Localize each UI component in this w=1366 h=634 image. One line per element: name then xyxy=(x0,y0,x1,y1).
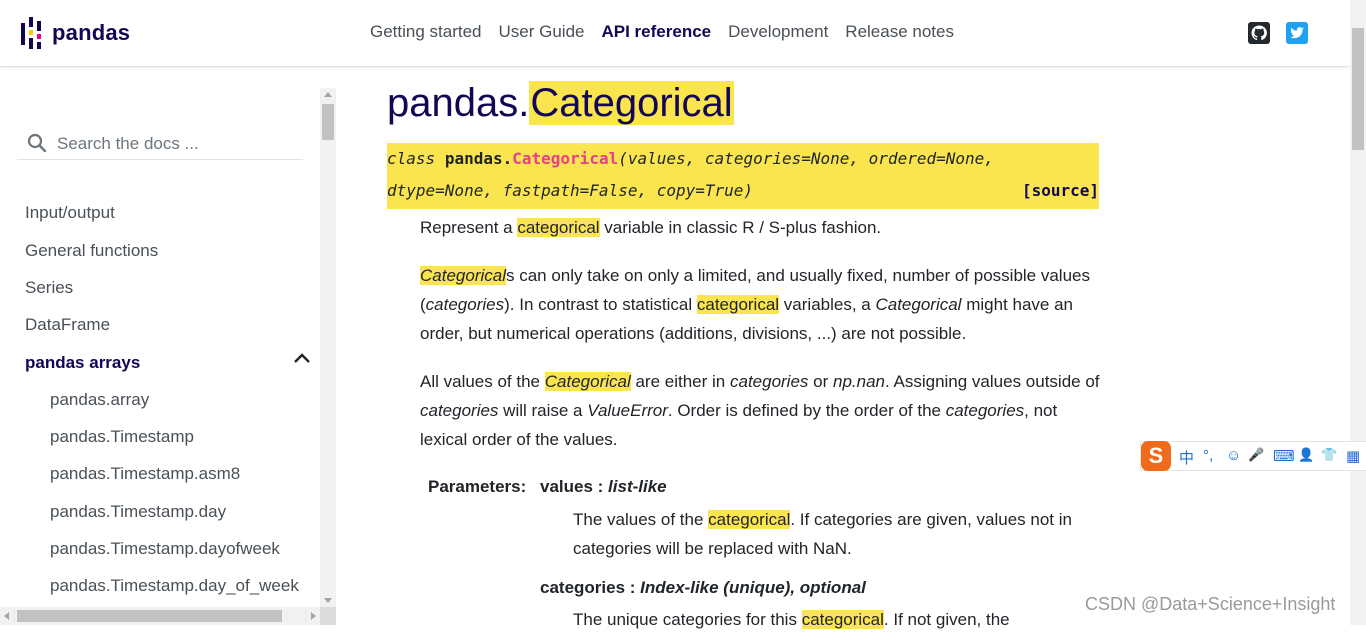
sidebar-subitem-pandas-array[interactable]: pandas.array xyxy=(50,390,149,410)
brand-name: pandas xyxy=(52,20,131,45)
sidebar-hscrollbar-thumb[interactable] xyxy=(17,610,282,622)
search-input[interactable] xyxy=(55,131,299,157)
sidebar-subitem-timestamp[interactable]: pandas.Timestamp xyxy=(50,427,194,447)
nav-development[interactable]: Development xyxy=(728,22,828,42)
sidebar-scrollbar-thumb[interactable] xyxy=(322,104,334,140)
scroll-up-arrow-icon[interactable] xyxy=(324,92,332,97)
pandas-logo[interactable]: pandas xyxy=(21,16,130,50)
nav-api-reference[interactable]: API reference xyxy=(602,22,712,42)
ime-chinese-mode-icon[interactable]: 中 xyxy=(1179,447,1194,468)
param-name: categories xyxy=(540,578,626,597)
ime-user-icon[interactable]: 👤 xyxy=(1298,447,1314,463)
ime-keyboard-icon[interactable]: ⌨ xyxy=(1273,447,1295,465)
search-box[interactable] xyxy=(17,129,303,160)
highlight-categorical: categorical xyxy=(801,610,884,629)
twitter-icon[interactable] xyxy=(1286,22,1308,44)
scroll-left-arrow-icon[interactable] xyxy=(4,612,9,620)
scroll-right-arrow-icon[interactable] xyxy=(311,612,316,620)
page-scrollbar-thumb[interactable] xyxy=(1352,28,1364,150)
sidebar-subitem-timestamp-asm8[interactable]: pandas.Timestamp.asm8 xyxy=(50,464,240,484)
highlight-categorical: Categorical xyxy=(544,372,631,391)
sidebar-subitem-timestamp-day[interactable]: pandas.Timestamp.day xyxy=(50,502,226,522)
sidebar-item-input-output[interactable]: Input/output xyxy=(25,203,115,223)
nav-user-guide[interactable]: User Guide xyxy=(499,22,585,42)
highlight-categorical: categorical xyxy=(696,295,780,314)
nav-release-notes[interactable]: Release notes xyxy=(845,22,954,42)
sogou-logo-icon[interactable]: S xyxy=(1141,441,1171,471)
page-scrollbar[interactable] xyxy=(1350,0,1366,625)
sidebar-horizontal-scrollbar[interactable] xyxy=(0,607,320,625)
top-navbar: pandas Getting started User Guide API re… xyxy=(0,0,1350,67)
sidebar-subitem-timestamp-day-of-week[interactable]: pandas.Timestamp.day_of_week xyxy=(50,576,299,596)
github-icon[interactable] xyxy=(1248,22,1270,44)
sidebar-vertical-scrollbar[interactable] xyxy=(320,88,336,607)
sidebar-item-series[interactable]: Series xyxy=(25,278,73,298)
highlight-categorical: categorical xyxy=(708,510,791,529)
param-categories: categories : Index-like (unique), option… xyxy=(540,578,866,597)
param-type: Index-like (unique), optional xyxy=(640,578,866,597)
signature-params-1: (values, categories=None, ordered=None, xyxy=(618,149,994,168)
signature-module: pandas. xyxy=(444,149,513,168)
nav-getting-started[interactable]: Getting started xyxy=(370,22,482,42)
source-link[interactable]: [source] xyxy=(1022,181,1099,200)
chevron-up-icon[interactable] xyxy=(293,352,311,364)
ime-voice-icon[interactable]: 🎤 xyxy=(1248,447,1264,463)
signature-class-name: Categorical xyxy=(512,149,619,168)
description-paragraph-3: All values of the Categorical are either… xyxy=(420,372,1100,449)
description-paragraph-1: Represent a categorical variable in clas… xyxy=(420,218,882,237)
ime-emoji-icon[interactable]: ☺ xyxy=(1226,447,1241,464)
sidebar: Input/output General functions Series Da… xyxy=(0,67,320,607)
scroll-down-arrow-icon[interactable] xyxy=(324,598,332,603)
ime-menu-icon[interactable]: ▦ xyxy=(1346,447,1360,465)
sidebar-item-dataframe[interactable]: DataFrame xyxy=(25,315,110,335)
sidebar-item-general-functions[interactable]: General functions xyxy=(25,241,158,261)
signature-keyword: class xyxy=(387,149,436,168)
title-prefix: pandas. xyxy=(387,81,530,125)
ime-skin-icon[interactable]: 👕 xyxy=(1321,447,1337,463)
title-highlight: Categorical xyxy=(529,81,734,125)
param-type: list-like xyxy=(608,477,667,496)
signature-line-2: dtype=None, fastpath=False, copy=True) xyxy=(387,181,753,200)
description-paragraph-2: Categoricals can only take on only a lim… xyxy=(420,266,1090,343)
signature-line-1: class pandas.Categorical(values, categor… xyxy=(387,149,994,168)
signature-params-2: dtype=None, fastpath=False, copy=True) xyxy=(387,181,754,200)
pandas-logo-icon xyxy=(21,17,43,49)
sidebar-subitem-timestamp-dayofweek[interactable]: pandas.Timestamp.dayofweek xyxy=(50,539,280,559)
param-name: values xyxy=(540,477,593,496)
param-categories-description: The unique categories for this categoric… xyxy=(573,610,1010,629)
scrollbar-corner xyxy=(320,607,336,625)
highlight-categorical: Categorical xyxy=(420,266,506,285)
watermark: CSDN @Data+Science+Insight xyxy=(1085,594,1336,614)
class-signature: class pandas.Categorical(values, categor… xyxy=(387,143,1099,209)
search-icon xyxy=(27,133,47,153)
page-title: pandas.Categorical xyxy=(387,76,734,130)
ime-toolbar[interactable]: S 中 °, ☺ 🎤 ⌨ 👤 👕 ▦ xyxy=(1140,441,1366,471)
parameters-label: Parameters: xyxy=(428,477,527,496)
param-values-description: The values of the categorical. If catego… xyxy=(573,510,1072,558)
main-nav: Getting started User Guide API reference… xyxy=(370,22,971,42)
highlight-categorical: categorical xyxy=(517,218,600,237)
param-values: values : list-like xyxy=(540,477,667,496)
sidebar-item-pandas-arrays[interactable]: pandas arrays xyxy=(25,353,140,373)
ime-punctuation-icon[interactable]: °, xyxy=(1203,447,1213,464)
